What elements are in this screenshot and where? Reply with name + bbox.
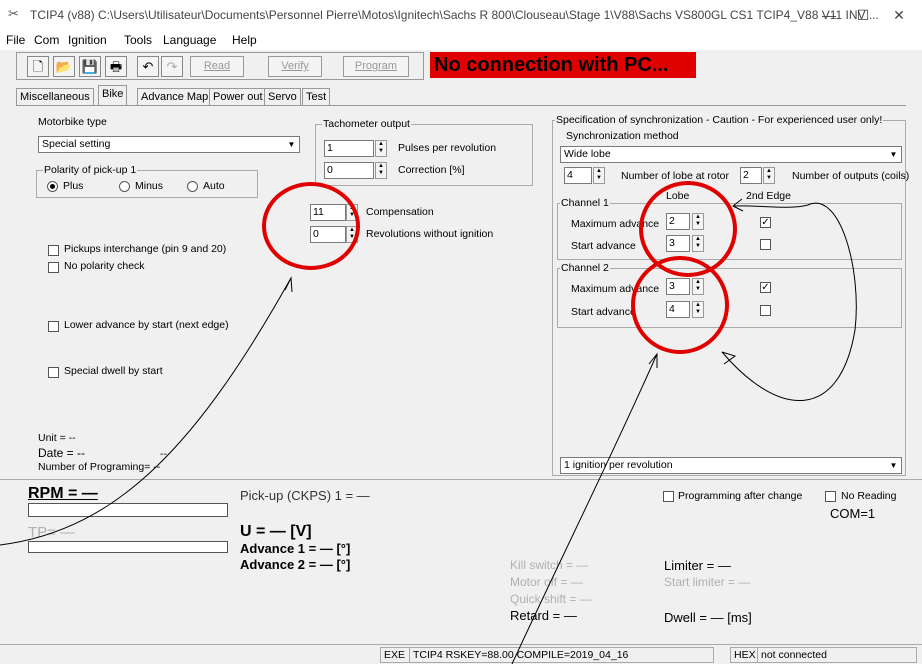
annotation-circle bbox=[631, 256, 729, 354]
annotation-circle bbox=[262, 182, 360, 270]
annotation-arrow bbox=[284, 276, 293, 293]
annotation-arrow bbox=[732, 198, 744, 212]
annotation-arrow bbox=[648, 352, 658, 368]
annotation-arrow bbox=[0, 277, 292, 546]
annotation-circle bbox=[639, 181, 737, 277]
annotation-arrow bbox=[721, 202, 857, 401]
annotation-arrow bbox=[511, 353, 658, 664]
annotation-overlay bbox=[0, 181, 857, 664]
